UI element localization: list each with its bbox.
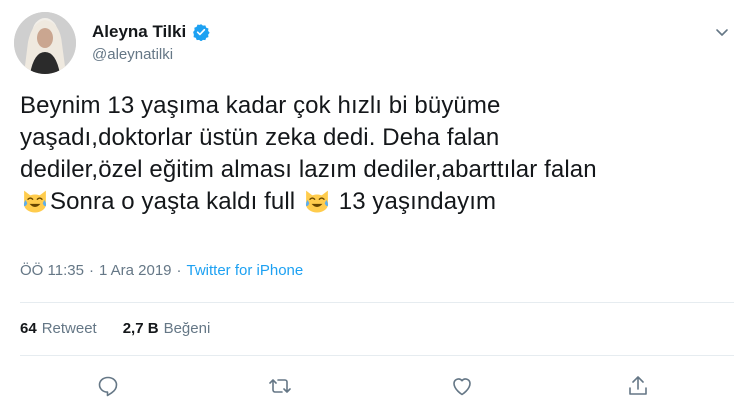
tweet-line: yaşadı,doktorlar üstün zeka dedi. Deha f… bbox=[20, 124, 500, 151]
divider bbox=[20, 302, 734, 303]
share-icon[interactable] bbox=[626, 374, 650, 398]
divider bbox=[20, 355, 734, 356]
tweet-actions bbox=[0, 374, 750, 404]
user-handle[interactable]: @aleynatilki bbox=[92, 46, 210, 63]
retweet-count: 64 bbox=[20, 320, 37, 337]
laughing-crying-cat-emoji-icon bbox=[21, 186, 49, 214]
tweet-line: Beynim 13 yaşıma kadar çok hızlı bi büyü… bbox=[20, 92, 501, 119]
tweet-line-last: Sonra o yaşta kaldı full 13 yaşındayım bbox=[20, 186, 732, 218]
tweet-date[interactable]: 1 Ara 2019 bbox=[99, 262, 172, 279]
retweet-label: Retweet bbox=[41, 320, 97, 337]
tweet-text-part: 13 yaşındayım bbox=[338, 188, 497, 215]
chevron-down-icon[interactable] bbox=[714, 24, 730, 40]
retweet-stat[interactable]: 64 Retweet bbox=[20, 320, 97, 337]
like-label: Beğeni bbox=[163, 320, 211, 337]
like-count: 2,7 B bbox=[122, 320, 159, 337]
tweet-text: Beynim 13 yaşıma kadar çok hızlı bi büyü… bbox=[20, 90, 732, 218]
reply-icon[interactable] bbox=[96, 374, 120, 398]
tweet-time[interactable]: ÖÖ 11:35 bbox=[20, 262, 84, 279]
tweet-meta: ÖÖ 11:35 · 1 Ara 2019 · Twitter for iPho… bbox=[20, 262, 303, 279]
tweet-card: Aleyna Tilki @aleynatilki Beynim 13 yaşı… bbox=[0, 0, 750, 410]
meta-separator: · bbox=[88, 262, 94, 279]
tweet-header: Aleyna Tilki @aleynatilki bbox=[14, 12, 736, 76]
avatar[interactable] bbox=[14, 12, 76, 74]
tweet-line: dediler,özel eğitim alması lazım dediler… bbox=[20, 156, 597, 183]
verified-badge-icon bbox=[192, 23, 210, 42]
like-stat[interactable]: 2,7 B Beğeni bbox=[123, 320, 211, 337]
user-names: Aleyna Tilki @aleynatilki bbox=[92, 22, 210, 63]
tweet-text-part: Sonra o yaşta kaldı full bbox=[50, 188, 296, 215]
retweet-icon[interactable] bbox=[268, 374, 292, 398]
like-icon[interactable] bbox=[450, 374, 474, 398]
laughing-crying-cat-emoji-icon bbox=[303, 186, 331, 214]
tweet-stats: 64 Retweet 2,7 B Beğeni bbox=[20, 320, 210, 337]
tweet-source-link[interactable]: Twitter for iPhone bbox=[187, 262, 304, 279]
meta-separator: · bbox=[176, 262, 182, 279]
display-name[interactable]: Aleyna Tilki bbox=[92, 22, 186, 42]
